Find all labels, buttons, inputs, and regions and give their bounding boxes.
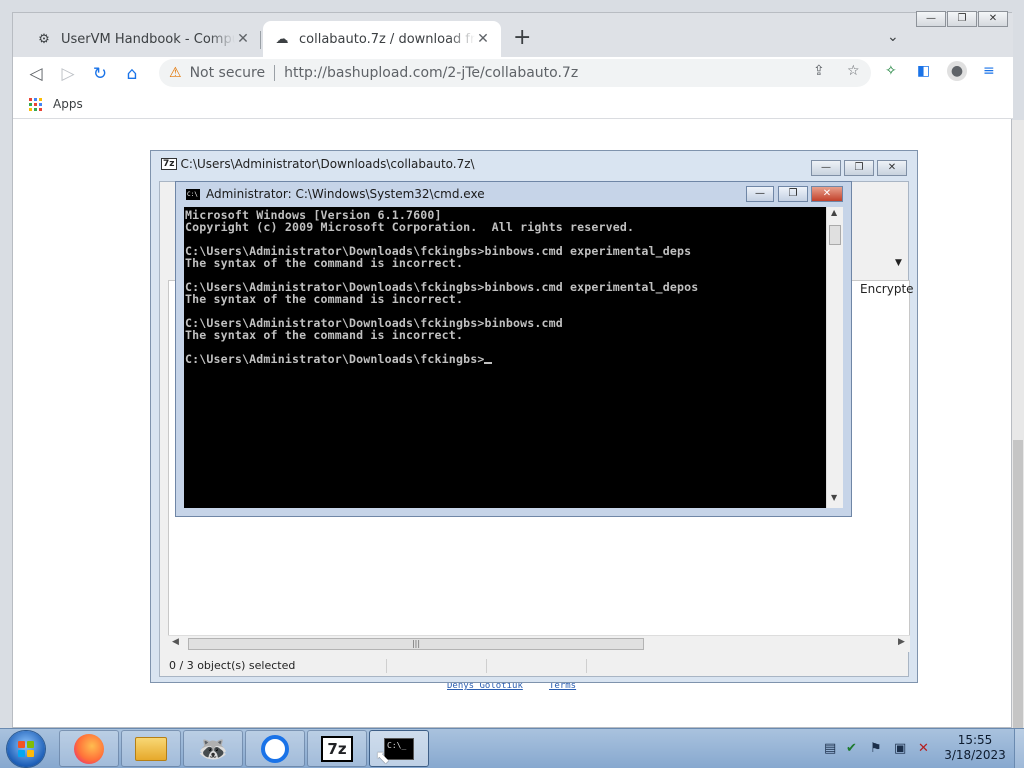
text-cursor: [484, 362, 493, 364]
chrome-icon: [261, 734, 289, 763]
tab-strip: ⚙ UserVM Handbook - Computer Use ✕ ☁ col…: [13, 11, 1013, 57]
file-explorer-icon: [135, 736, 167, 761]
security-label: Not secure: [189, 65, 266, 81]
firefox-icon: [74, 733, 104, 764]
cmd-close-button[interactable]: ✕: [811, 186, 843, 202]
new-tab-button[interactable]: +: [513, 27, 531, 49]
status-bar: 0 / 3 object(s) selected: [168, 657, 910, 675]
start-button[interactable]: [7, 731, 45, 767]
security-check-icon[interactable]: ✔: [846, 741, 857, 756]
taskbar-firefox[interactable]: [59, 730, 119, 767]
file-list-hscrollbar[interactable]: ◀ ||| ▶: [168, 635, 910, 652]
side-panel-icon[interactable]: ◧: [917, 63, 930, 79]
tab-title: collabauto.7z / download from bashupload: [299, 31, 475, 47]
sevenzip-maximize-button[interactable]: ❐: [844, 160, 874, 176]
taskbar-7zip[interactable]: 7z: [307, 730, 367, 767]
bookmarks-bar: Apps: [13, 91, 1013, 119]
console-line: The syntax of the command is incorrect.: [185, 292, 464, 306]
console-line: C:\Users\Administrator\Downloads\fckingb…: [185, 353, 826, 365]
apps-grid-icon[interactable]: [29, 98, 42, 111]
divider: [274, 65, 276, 81]
page-scrollbar-thumb[interactable]: [1013, 440, 1023, 728]
scroll-up-arrow-icon[interactable]: ▲: [831, 208, 837, 217]
bookmark-star-icon[interactable]: ☆: [847, 63, 860, 79]
cmd-maximize-button[interactable]: ❐: [778, 186, 808, 202]
status-divider: [486, 659, 487, 673]
show-desktop-button[interactable]: [1014, 729, 1024, 768]
console-vscrollbar[interactable]: ▲ ▼: [826, 207, 843, 508]
cmd-window: C:\ Administrator: C:\Windows\System32\c…: [175, 181, 852, 517]
handbook-favicon-icon: ⚙: [38, 31, 50, 47]
tab-collabauto-download[interactable]: ☁ collabauto.7z / download from bashuplo…: [263, 21, 501, 57]
profile-avatar-icon[interactable]: ●: [947, 61, 967, 81]
mouse-cursor-icon: ⬉: [375, 747, 391, 768]
console-output[interactable]: Microsoft Windows [Version 6.1.7600] Copy…: [184, 207, 826, 508]
tab-uservm-handbook[interactable]: ⚙ UserVM Handbook - Computer Use ✕: [25, 21, 261, 57]
console-line: The syntax of the command is incorrect.: [185, 256, 464, 270]
taskbar: 🦝 7z C:\_ ⬉ ▤ ✔ ⚑ ▣ ✕ 15:55 3/18/2023: [0, 728, 1024, 768]
share-icon[interactable]: ⇪: [813, 63, 825, 79]
7zip-icon: 7z: [321, 735, 353, 762]
scroll-down-arrow-icon[interactable]: ▼: [831, 493, 837, 502]
taskbar-raccoon-app[interactable]: 🦝: [183, 730, 243, 767]
tab-title: UserVM Handbook - Computer Use: [61, 31, 235, 47]
address-bar[interactable]: ⚠ Not secure http://bashupload.com/2-jTe…: [159, 59, 871, 87]
action-center-flag-icon[interactable]: ⚑: [870, 741, 882, 756]
menu-kebab-icon[interactable]: ≡: [983, 63, 995, 79]
maximize-button[interactable]: ❐: [947, 11, 977, 27]
browser-toolbar: ◁ ▷ ↻ ⌂ ⚠ Not secure http://bashupload.c…: [13, 57, 1013, 91]
close-tab-icon[interactable]: ✕: [475, 31, 491, 47]
tab-search-chevron-icon[interactable]: ⌄: [887, 29, 899, 45]
close-tab-icon[interactable]: ✕: [235, 31, 251, 47]
console-line: The syntax of the command is incorrect.: [185, 328, 464, 342]
home-icon[interactable]: ⌂: [119, 61, 145, 87]
taskbar-file-explorer[interactable]: [121, 730, 181, 767]
cloud-upload-icon: ☁: [275, 31, 289, 47]
vscroll-thumb[interactable]: [829, 225, 841, 245]
forward-arrow-icon[interactable]: ▷: [55, 61, 81, 87]
url-text: http://bashupload.com/2-jTe/collabauto.7…: [284, 65, 579, 81]
close-window-button[interactable]: ✕: [978, 11, 1008, 27]
column-header-encrypted[interactable]: Encrypte: [860, 282, 914, 296]
path-dropdown-arrow-icon[interactable]: ▼: [895, 258, 902, 268]
console-line: Copyright (c) 2009 Microsoft Corporation…: [185, 220, 635, 234]
clock-date: 3/18/2023: [944, 748, 1006, 762]
network-icon[interactable]: ▣: [894, 741, 906, 756]
clock-time: 15:55: [957, 733, 993, 747]
cmd-minimize-button[interactable]: —: [746, 186, 774, 202]
hscroll-thumb[interactable]: |||: [188, 638, 644, 650]
sevenzip-close-button[interactable]: ✕: [877, 160, 907, 176]
taskbar-chrome[interactable]: [245, 730, 305, 767]
minimize-button[interactable]: —: [916, 11, 946, 27]
volume-muted-icon[interactable]: ✕: [918, 741, 929, 756]
reload-icon[interactable]: ↻: [87, 61, 113, 87]
raccoon-app-icon: 🦝: [198, 734, 228, 763]
cmd-title-text: Administrator: C:\Windows\System32\cmd.e…: [206, 187, 485, 201]
warning-triangle-icon: ⚠: [169, 65, 182, 81]
selection-status: 0 / 3 object(s) selected: [169, 659, 296, 672]
scroll-left-arrow-icon[interactable]: ◀: [172, 637, 179, 647]
sevenzip-app-icon: 7z: [161, 158, 177, 170]
windows-logo-icon: [18, 741, 34, 757]
cmd-app-icon: C:\: [186, 188, 200, 200]
extension-icon[interactable]: ✧: [885, 63, 897, 79]
scroll-right-arrow-icon[interactable]: ▶: [898, 637, 905, 647]
sevenzip-minimize-button[interactable]: —: [811, 160, 841, 176]
apps-bookmark[interactable]: Apps: [53, 97, 83, 111]
sevenzip-path-title: C:\Users\Administrator\Downloads\collaba…: [180, 157, 475, 171]
status-divider: [586, 659, 587, 673]
sevenzip-titlebar: 7z C:\Users\Administrator\Downloads\coll…: [151, 151, 917, 177]
clock[interactable]: 15:55 3/18/2023: [940, 733, 1010, 763]
back-arrow-icon[interactable]: ◁: [23, 61, 49, 87]
clipboard-icon[interactable]: ▤: [824, 741, 836, 756]
status-divider: [386, 659, 387, 673]
